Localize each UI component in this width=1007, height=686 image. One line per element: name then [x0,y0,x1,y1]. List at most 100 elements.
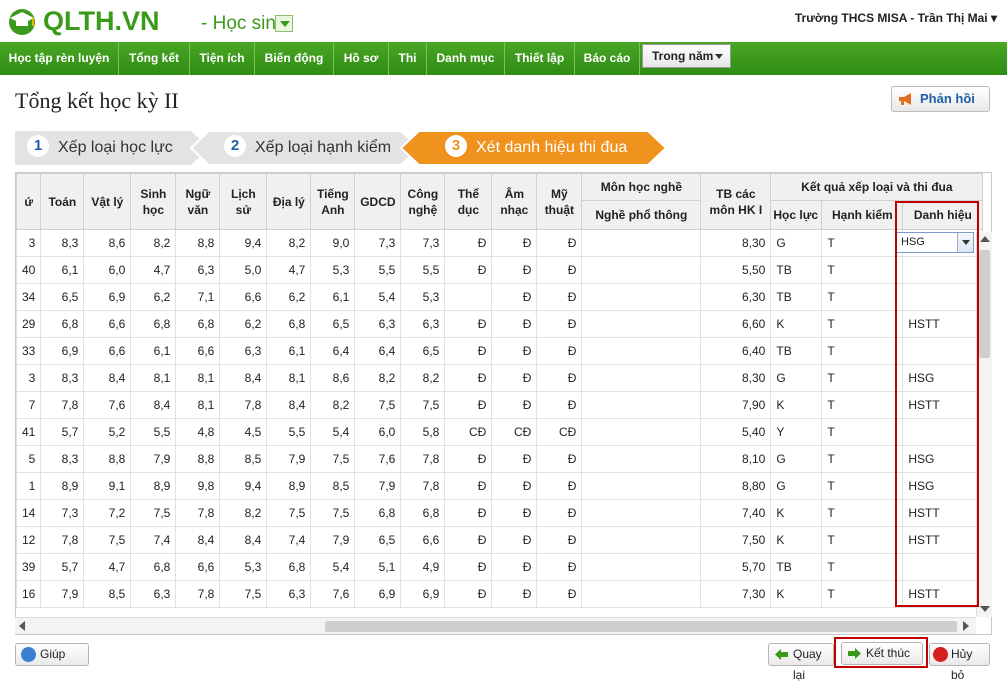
menu-item-ho-so[interactable]: Hồ sơ [334,42,389,75]
table-cell: 7,50 [700,526,772,554]
table-cell: 6,3 [219,337,268,365]
table-cell: Đ [444,337,493,365]
table-cell: Đ [536,283,583,311]
table-cell: 9,8 [175,472,221,500]
menu-item-tong-ket[interactable]: Tổng kết [119,42,190,75]
role-label: - Học sinh [201,13,287,34]
graduation-cap-logo-icon [9,9,35,35]
table-row[interactable]: 39 5,7 4,7 6,8 6,6 5,3 6,8 5,4 5,1 4,9 Đ Đ Đ 5,70 TB T [16,553,984,581]
table-cell: 8,3 [40,229,85,257]
step-2[interactable]: 2 Xếp loại hạnh kiểm [224,131,391,165]
table-cell: T [821,445,904,473]
menu-item-bien-dong[interactable]: Biến động [255,42,334,75]
role-dropdown-button[interactable] [275,15,293,32]
help-button[interactable]: Giúp [15,643,89,666]
table-cell: TB [770,337,823,365]
table-cell [581,310,702,338]
table-cell: 8,80 [700,472,772,500]
step-3[interactable]: 3 Xét danh hiệu thi đua [445,131,627,165]
back-button[interactable]: Quay lại [768,643,834,682]
table-row[interactable]: 40 6,1 6,0 4,7 6,3 5,0 4,7 5,3 5,5 5,5 Đ Đ Đ 5,50 TB T [16,256,984,284]
table-row[interactable]: 33 6,9 6,6 6,1 6,6 6,3 6,1 6,4 6,4 6,5 Đ Đ Đ 6,40 TB T [16,337,984,365]
scroll-up-icon[interactable] [980,236,990,242]
table-cell: 6,2 [130,283,177,311]
table-cell: 5,3 [310,256,356,284]
results-table: ứ Toán Vật lý Sinh học Ngữ văn Lịch sử Đ… [16,173,984,608]
col-nguvan: Ngữ văn [175,173,221,230]
table-cell: 7,3 [40,499,85,527]
vertical-scroll-thumb[interactable] [979,250,990,358]
table-cell: 8,4 [219,526,268,554]
step-1[interactable]: 1 Xếp loại học lực [27,131,173,165]
table-row[interactable]: 29 6,8 6,6 6,8 6,8 6,2 6,8 6,5 6,3 6,3 Đ Đ Đ 6,60 K T HS… [16,310,984,338]
horizontal-scroll-thumb[interactable] [325,621,957,632]
table-cell [581,499,702,527]
table-cell [581,472,702,500]
help-icon [21,647,36,662]
menu-item-bao-cao[interactable]: Báo cáo [575,42,640,75]
table-cell: CĐ [444,418,493,446]
horizontal-scrollbar[interactable] [15,617,976,634]
table-cell: 8,4 [175,526,221,554]
table-cell: 5,3 [219,553,268,581]
table-cell: 8,10 [700,445,772,473]
table-cell: 6,0 [354,418,402,446]
table-cell: G [770,445,823,473]
feedback-button[interactable]: Phản hồi [891,86,990,112]
table-cell: 7,5 [400,391,446,419]
table-row[interactable]: 41 5,7 5,2 5,5 4,8 4,5 5,5 5,4 6,0 5,8 CĐ CĐ CĐ 5,40 Y… [16,418,984,446]
table-row[interactable]: 7 7,8 7,6 8,4 8,1 7,8 8,4 8,2 7,5 7,5 Đ Đ Đ 7,90 K T HST… [16,391,984,419]
table-cell: 8,30 [700,364,772,392]
table-row[interactable]: 3 8,3 8,6 8,2 8,8 9,4 8,2 9,0 7,3 7,3 Đ Đ Đ 8,30 G T [16,229,984,257]
col-mythuat: Mỹ thuật [536,173,583,230]
table-cell: K [770,580,823,608]
cancel-button[interactable]: Hủy bỏ [929,643,990,682]
menu-item-tien-ich[interactable]: Tiện ích [190,42,255,75]
col-dialy: Địa lý [266,173,312,230]
menu-item-thiet-lap[interactable]: Thiết lập [505,42,575,75]
table-cell: 7,5 [266,499,312,527]
cancel-icon [933,647,948,662]
table-cell: Đ [444,364,493,392]
user-menu[interactable]: Trường THCS MISA - Trần Thị Mai ▾ [795,11,997,25]
col-tb: TB các môn HK I [700,173,772,230]
menu-item-thi[interactable]: Thi [389,42,427,75]
table-row[interactable]: 12 7,8 7,5 7,4 8,4 8,4 7,4 7,9 6,5 6,6 Đ Đ Đ 7,50 K T HS… [16,526,984,554]
year-select[interactable]: Trong năm [642,44,731,68]
table-row[interactable]: 5 8,3 8,8 7,9 8,8 8,5 7,9 7,5 7,6 7,8 Đ Đ Đ 8,10 G T HSG [16,445,984,473]
table-cell: T [821,526,904,554]
table-cell: 7,5 [130,499,177,527]
scroll-right-icon[interactable] [963,621,969,631]
table-cell: 6,6 [175,337,221,365]
table-row[interactable]: 1 8,9 9,1 8,9 9,8 9,4 8,9 8,5 7,9 7,8 Đ Đ Đ 8,80 G T HSG [16,472,984,500]
table-cell: T [821,472,904,500]
table-row[interactable]: 3 8,3 8,4 8,1 8,1 8,4 8,1 8,6 8,2 8,2 Đ Đ Đ 8,30 G T HSG [16,364,984,392]
scroll-left-icon[interactable] [19,621,25,631]
table-cell [581,337,702,365]
table-cell: Đ [491,229,538,257]
table-cell: 6,2 [219,310,268,338]
table-cell: Đ [536,364,583,392]
table-cell [581,256,702,284]
table-cell: TB [770,283,823,311]
col-congnghe: Công nghệ [400,173,446,230]
table-row[interactable]: 16 7,9 8,5 6,3 7,8 7,5 6,3 7,6 6,9 6,9 Đ Đ Đ 7,30 K T HS… [16,580,984,608]
table-cell: T [821,553,904,581]
table-cell: 7,5 [83,526,132,554]
megaphone-icon [899,93,911,105]
table-cell: T [821,364,904,392]
table-row[interactable]: 34 6,5 6,9 6,2 7,1 6,6 6,2 6,1 5,4 5,3 Đ Đ 6,30 TB T [16,283,984,311]
table-cell: Đ [536,229,583,257]
col-group-monnghe: Môn học nghề [581,173,702,201]
table-cell: 7,8 [400,445,446,473]
table-cell: 5,5 [400,256,446,284]
table-cell: Đ [491,391,538,419]
table-cell: 14 [16,499,42,527]
table-cell: TB [770,553,823,581]
menu-item-danh-muc[interactable]: Danh mục [427,42,505,75]
brand-name[interactable]: QLTH.VN [43,6,160,37]
table-cell: Đ [536,499,583,527]
table-row[interactable]: 14 7,3 7,2 7,5 7,8 8,2 7,5 7,5 6,8 6,8 Đ Đ Đ 7,40 K T HS… [16,499,984,527]
scroll-down-icon[interactable] [980,606,990,612]
menu-item-hoc-tap[interactable]: Học tập rèn luyện [0,42,119,75]
